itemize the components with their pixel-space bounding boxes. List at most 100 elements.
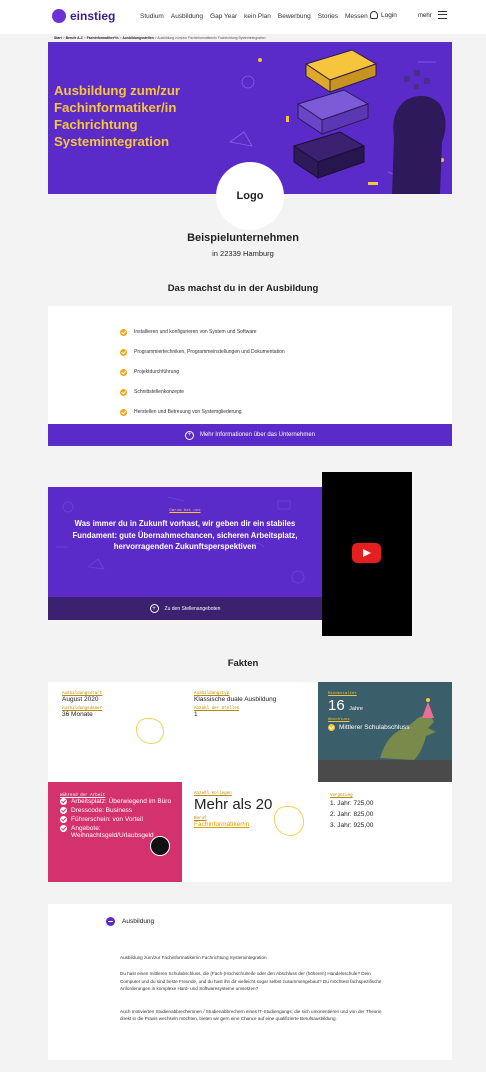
workplace-info: Während der Arbeit Arbeitsplatz: Überwie… — [60, 794, 176, 841]
company-name: Beispielunternehmen — [187, 232, 299, 244]
promo-banner: Darum bei uns Was immer du in Zukunft vo… — [48, 487, 322, 597]
more-info-button[interactable]: + Mehr Informationen über das Unternehme… — [48, 424, 452, 446]
task-text: Herstellen und Betreuung von Systemglied… — [134, 409, 242, 415]
company-logo-text: Logo — [236, 190, 264, 202]
check-icon — [60, 816, 67, 823]
pay-item: 1. Jahr: 725,00 — [330, 800, 374, 807]
brand-logo-icon — [52, 9, 66, 23]
accordion-header[interactable]: Ausbildung — [106, 917, 154, 926]
brand-logo[interactable]: einstieg — [52, 9, 115, 23]
breadcrumb-item[interactable]: Berufe A-Z — [66, 36, 83, 40]
nav-item-stories[interactable]: Stories — [318, 13, 338, 20]
fact-min-age: Mindestalter 16 Jahre Abschluss Mittlere… — [318, 682, 452, 782]
job-offers-button[interactable]: + Zu den Stellenangeboten — [48, 597, 322, 620]
page: einstieg Studium Ausbildung Gap Year kei… — [0, 0, 486, 1072]
list-item: Installieren und konfigurieren von Syste… — [120, 322, 285, 342]
list-item: Führerschein: von Vorteil — [60, 816, 176, 823]
task-text: Installieren und konfigurieren von Syste… — [134, 329, 257, 335]
check-icon — [328, 724, 335, 731]
degree-line: Mittlerer Schulabschluss — [328, 724, 409, 731]
fact-label: Mindestalter — [328, 692, 357, 696]
plus-circle-icon: + — [149, 604, 159, 613]
fact-value: August 2020 — [62, 696, 99, 703]
fact-pay: Vergütung 1. Jahr: 725,00 2. Jahr: 825,0… — [318, 782, 452, 882]
workplace-item: Führerschein: von Vorteil — [71, 816, 143, 823]
breadcrumb-item[interactable]: Fachinformatiker*in — [87, 36, 119, 40]
tasks-card: Installieren und konfigurieren von Syste… — [48, 306, 452, 424]
accordion-body: Ausbildung zum/zur Fachinformatiker/in F… — [120, 954, 384, 1032]
main-nav: Studium Ausbildung Gap Year kein Plan Be… — [140, 13, 368, 20]
more-link[interactable]: mehr — [418, 13, 432, 19]
check-icon — [120, 408, 127, 416]
list-item: Schnittstellenkonzepte — [120, 382, 285, 402]
check-icon — [60, 825, 67, 832]
breadcrumb-item[interactable]: Ausbildungsstellen — [122, 36, 153, 40]
pay-item: 2. Jahr: 825,00 — [330, 811, 374, 818]
dark-circle-icon — [150, 836, 170, 856]
fact-type: Ausbildungstyp Klassische duale Ausbildu… — [182, 682, 318, 782]
fact-value: Klassische duale Ausbildung — [194, 696, 277, 703]
accordion-title: Ausbildung — [122, 918, 155, 925]
breadcrumb-item[interactable]: Start — [54, 36, 62, 40]
nav-item-studium[interactable]: Studium — [140, 13, 164, 20]
fact-label: Vergütung — [330, 794, 353, 798]
image-strip — [318, 760, 452, 782]
degree-value: Mittlerer Schulabschluss — [339, 724, 410, 731]
plus-circle-icon: + — [184, 430, 194, 440]
breadcrumb: Start > Berufe A-Z > Fachinformatiker*in… — [54, 36, 266, 40]
list-item: Herstellen und Betreuung von Systemglied… — [120, 402, 285, 422]
accordion-section: Ausbildung Ausbildung zum/zur Fachinform… — [48, 904, 452, 1060]
video-player[interactable] — [322, 472, 412, 636]
promo-text: Was immer du in Zukunft vorhast, wir geb… — [72, 519, 298, 551]
paragraph: Auch motivierten Studienabbrechernnen / … — [120, 1009, 382, 1022]
promo-kicker: Darum bei uns — [169, 509, 201, 513]
minus-circle-icon — [106, 917, 115, 926]
fact-colleagues: Anzahl Kollegen Mehr als 20 Beruf Fachin… — [182, 782, 318, 882]
facts-heading: Fakten — [227, 658, 259, 669]
task-text: Schnittstellenkonzepte — [134, 389, 185, 395]
company-location: in 22339 Hamburg — [212, 249, 274, 258]
sketch-doodle — [136, 718, 164, 744]
fact-start: Ausbildungsstart August 2020 Ausbildungs… — [48, 682, 182, 782]
check-icon — [120, 388, 127, 396]
company-logo: Logo — [216, 162, 284, 230]
check-icon — [120, 348, 127, 356]
login-link[interactable]: Login — [370, 11, 397, 19]
min-age-line: 16 Jahre — [328, 697, 409, 715]
job-offers-label: Zu den Stellenangeboten — [164, 605, 221, 612]
min-age-info: Mindestalter 16 Jahre Abschluss Mittlere… — [328, 692, 409, 731]
fact-label: Abschluss — [328, 718, 350, 722]
nav-item-kein-plan[interactable]: kein Plan — [244, 13, 271, 20]
list-item: Programmiertechniken, Programmeinstellun… — [120, 342, 285, 362]
breadcrumb-current: Ausbildung zum/zur Fachinformatiker/in F… — [157, 36, 266, 40]
min-age-unit: Jahre — [349, 706, 363, 712]
task-text: Projektdurchführung — [134, 369, 180, 375]
login-label: Login — [381, 11, 397, 19]
top-navigation: einstieg Studium Ausbildung Gap Year kei… — [0, 0, 486, 34]
nav-item-gap-year[interactable]: Gap Year — [210, 13, 237, 20]
brand-name: einstieg — [70, 9, 116, 23]
list-item: Arbeitsplatz: Überwiegend im Büro — [60, 798, 176, 805]
list-item: Dresscode: Business — [60, 807, 176, 814]
check-icon — [60, 807, 67, 814]
user-icon — [370, 11, 378, 19]
tasks-list: Installieren und konfigurieren von Syste… — [120, 322, 285, 422]
min-age-value: 16 — [328, 697, 345, 714]
list-item: Projektdurchführung — [120, 362, 285, 382]
check-icon — [60, 798, 67, 805]
play-icon[interactable] — [352, 543, 381, 563]
check-icon — [120, 328, 127, 336]
fact-value: 1 — [194, 711, 198, 718]
nav-item-bewerbung[interactable]: Bewerbung — [278, 13, 311, 20]
hamburger-menu-icon[interactable] — [438, 11, 447, 19]
nav-item-messen[interactable]: Messen — [345, 13, 368, 20]
workplace-item: Dresscode: Business — [71, 807, 133, 814]
fact-workplace: Während der Arbeit Arbeitsplatz: Überwie… — [48, 782, 182, 882]
pay-item: 3. Jahr: 925,00 — [330, 822, 374, 829]
paragraph: Ausbildung zum/zur Fachinformatiker/in F… — [120, 955, 267, 960]
sketch-doodle — [274, 806, 304, 836]
workplace-item: Arbeitsplatz: Überwiegend im Büro — [71, 798, 172, 805]
more-info-label: Mehr Informationen über das Unternehmen — [199, 432, 316, 438]
nav-item-ausbildung[interactable]: Ausbildung — [171, 13, 203, 20]
fact-value: 36 Monate — [62, 711, 93, 718]
